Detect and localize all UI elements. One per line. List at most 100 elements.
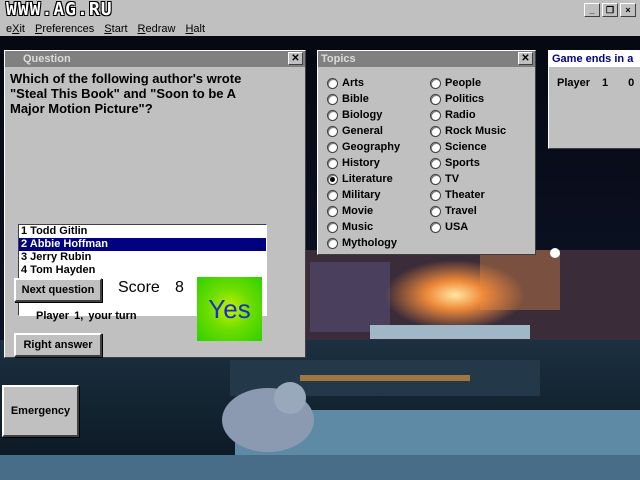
topic-radio-usa[interactable]: USA	[430, 221, 468, 233]
topic-label: Movie	[342, 205, 374, 217]
radio-circle-icon[interactable]	[430, 125, 441, 137]
topic-radio-general[interactable]: General	[327, 125, 383, 137]
emergency-button[interactable]: Emergency	[2, 385, 79, 437]
radio-circle-icon[interactable]	[327, 141, 338, 153]
radio-circle-icon[interactable]	[430, 173, 441, 185]
topic-label: Theater	[445, 189, 485, 201]
topic-label: Radio	[445, 109, 476, 121]
radio-circle-icon[interactable]	[327, 189, 338, 201]
restore-button[interactable]: ❐	[602, 3, 618, 17]
topic-radio-arts[interactable]: Arts	[327, 77, 364, 89]
topic-radio-tv[interactable]: TV	[430, 173, 459, 185]
radio-circle-icon[interactable]	[327, 237, 338, 249]
turn-indicator: Player 1, your turn	[36, 310, 139, 322]
topic-radio-radio[interactable]: Radio	[430, 109, 476, 121]
topic-label: Travel	[445, 205, 477, 217]
app-logo: WWW.AG.RU	[6, 0, 113, 20]
topic-label: History	[342, 157, 380, 169]
topic-radio-theater[interactable]: Theater	[430, 189, 485, 201]
topic-radio-biology[interactable]: Biology	[327, 109, 382, 121]
answer-option-selected[interactable]: 2 Abbie Hoffman	[19, 238, 266, 251]
topic-radio-bible[interactable]: Bible	[327, 93, 369, 105]
topic-label: Politics	[445, 93, 485, 105]
topic-label: Geography	[342, 141, 401, 153]
topic-radio-military[interactable]: Military	[327, 189, 381, 201]
radio-circle-icon[interactable]	[327, 173, 338, 185]
close-icon[interactable]: ✕	[288, 52, 303, 65]
topics-panel: Topics ✕ Arts Bible Biology General Geograph…	[317, 50, 536, 255]
radio-circle-icon[interactable]	[327, 77, 338, 89]
topic-label: TV	[445, 173, 460, 185]
radio-circle-icon[interactable]	[430, 189, 441, 201]
topic-radio-mythology[interactable]: Mythology	[327, 237, 397, 249]
topic-label: Biology	[342, 109, 383, 121]
player-score-row: Player 1 0	[557, 77, 634, 89]
topic-label: Military	[342, 189, 381, 201]
radio-circle-icon[interactable]	[430, 109, 441, 121]
minimize-button[interactable]: _	[584, 3, 600, 17]
game-status-panel: Game ends in a Player 1 0	[548, 50, 640, 149]
question-text: Which of the following author's wrote "S…	[10, 71, 242, 116]
title-bar: WWW.AG.RU _ ❐ ×	[0, 0, 640, 22]
topic-radio-rock-music[interactable]: Rock Music	[430, 125, 506, 137]
radio-circle-icon[interactable]	[327, 125, 338, 137]
topic-label: General	[342, 125, 383, 137]
topic-radio-history[interactable]: History	[327, 157, 380, 169]
turn-player-label: Player	[36, 310, 70, 322]
topics-panel-title: Topics ✕	[318, 51, 535, 67]
menu-exit[interactable]: eXit	[6, 23, 25, 35]
answer-option[interactable]: 3 Jerry Rubin	[19, 251, 266, 264]
radio-circle-icon[interactable]	[327, 157, 338, 169]
radio-circle-icon[interactable]	[327, 221, 338, 233]
close-icon[interactable]: ✕	[518, 52, 533, 65]
topic-label: Bible	[342, 93, 369, 105]
topic-radio-science[interactable]: Science	[430, 141, 487, 153]
radio-circle-icon[interactable]	[327, 93, 338, 105]
topic-label: Rock Music	[445, 125, 507, 137]
topic-radio-sports[interactable]: Sports	[430, 157, 480, 169]
turn-player-number: 1,	[74, 310, 84, 322]
question-panel-title: Question ✕	[5, 51, 305, 67]
menu-bar: eXit Preferences Start Redraw Halt	[0, 22, 640, 36]
radio-circle-icon[interactable]	[430, 205, 441, 217]
question-panel: Question ✕ Which of the following author…	[4, 50, 306, 358]
score-label: Score	[118, 279, 160, 296]
menu-redraw[interactable]: Redraw	[138, 23, 176, 35]
topic-label: USA	[445, 221, 469, 233]
topic-radio-music[interactable]: Music	[327, 221, 373, 233]
radio-circle-icon[interactable]	[430, 221, 441, 233]
radio-circle-icon[interactable]	[430, 93, 441, 105]
topic-radio-movie[interactable]: Movie	[327, 205, 373, 217]
radio-circle-icon[interactable]	[430, 157, 441, 169]
next-question-button[interactable]: Next question	[14, 278, 102, 302]
topic-label: Music	[342, 221, 374, 233]
answer-option[interactable]: 1 Todd Gitlin	[19, 225, 266, 238]
right-answer-button[interactable]: Right answer	[14, 333, 102, 357]
menu-start[interactable]: Start	[104, 23, 127, 35]
close-window-button[interactable]: ×	[620, 3, 636, 17]
menu-preferences[interactable]: Preferences	[35, 23, 94, 35]
topic-radio-travel[interactable]: Travel	[430, 205, 477, 217]
topic-radio-literature[interactable]: Literature	[327, 173, 393, 185]
radio-circle-icon[interactable]	[430, 77, 441, 89]
topic-label: Science	[445, 141, 487, 153]
player-label: Player	[557, 77, 591, 89]
topic-label: Sports	[445, 157, 480, 169]
menu-halt[interactable]: Halt	[185, 23, 205, 35]
topic-label: Mythology	[342, 237, 397, 249]
game-status-title: Game ends in a	[549, 51, 640, 67]
radio-circle-icon[interactable]	[430, 141, 441, 153]
topic-radio-politics[interactable]: Politics	[430, 93, 484, 105]
player-score: 0	[628, 77, 635, 89]
topic-label: Arts	[342, 77, 365, 89]
radio-circle-icon[interactable]	[327, 109, 338, 121]
player-number: 1	[602, 77, 609, 89]
answer-option[interactable]: 4 Tom Hayden	[19, 264, 266, 277]
topic-radio-geography[interactable]: Geography	[327, 141, 400, 153]
radio-circle-icon[interactable]	[327, 205, 338, 217]
topic-radio-people[interactable]: People	[430, 77, 481, 89]
turn-suffix: your turn	[88, 310, 137, 322]
answer-result-indicator: Yes	[197, 277, 262, 341]
score-value: 8	[175, 279, 184, 296]
topic-label: Literature	[342, 173, 393, 185]
